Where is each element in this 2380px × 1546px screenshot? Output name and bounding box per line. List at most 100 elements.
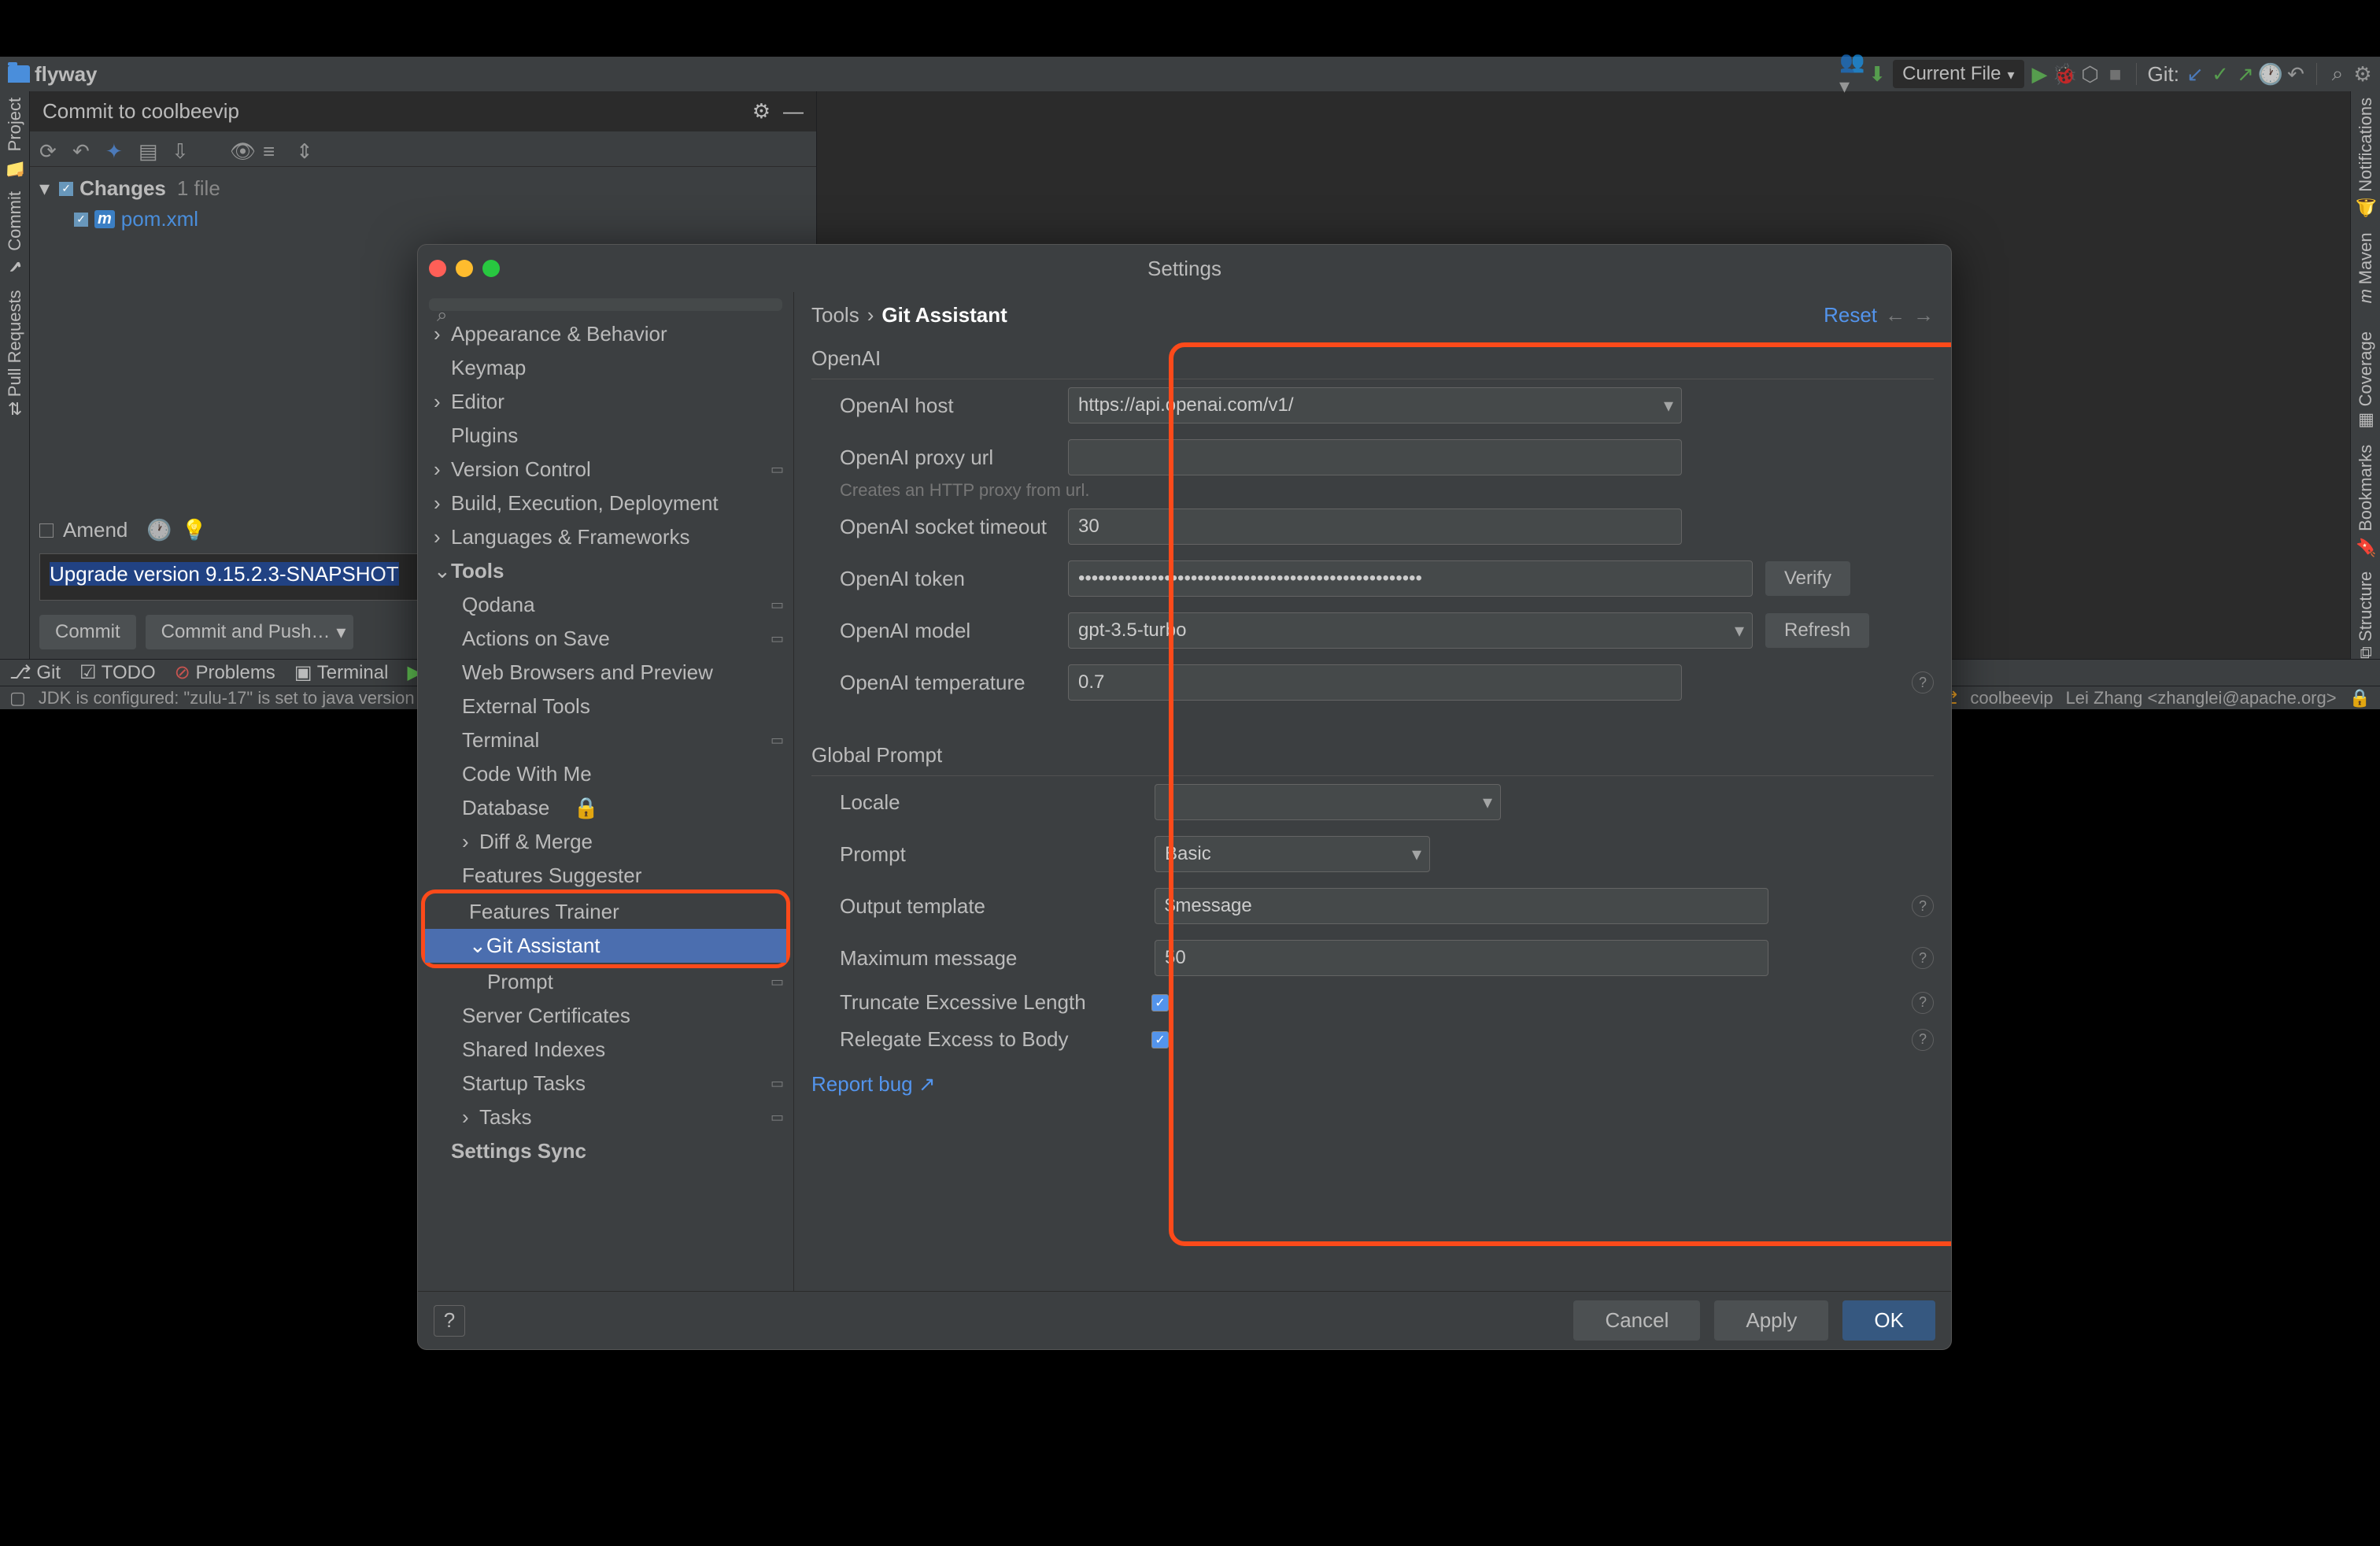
back-icon[interactable]: ←: [1885, 303, 1905, 327]
changes-node[interactable]: ✓ Changes 1 file: [39, 173, 807, 204]
tree-prompt[interactable]: Prompt▭: [418, 965, 793, 999]
settings-icon[interactable]: ⚙: [2353, 65, 2372, 83]
tree-git-assistant[interactable]: Git Assistant: [425, 929, 786, 963]
openai-token-input[interactable]: ••••••••••••••••••••••••••••••••••••••••…: [1068, 560, 1753, 597]
openai-proxy-input[interactable]: [1068, 439, 1682, 475]
bulb-icon[interactable]: 💡: [182, 518, 207, 542]
amend-checkbox[interactable]: [39, 523, 54, 538]
tree-tools[interactable]: Tools: [418, 554, 793, 588]
tree-qodana[interactable]: Qodana▭: [418, 588, 793, 622]
changed-file-row[interactable]: ✓ m pom.xml: [39, 204, 807, 235]
help-button[interactable]: ?: [434, 1305, 465, 1337]
help-icon[interactable]: ?: [1912, 992, 1934, 1014]
commit-tool-button[interactable]: ✔ Commit: [5, 191, 25, 276]
help-icon[interactable]: ?: [1912, 671, 1934, 693]
maven-tool-button[interactable]: m Maven: [2356, 232, 2376, 303]
terminal-tool-button[interactable]: ▣ Terminal: [294, 661, 389, 684]
tree-external-tools[interactable]: External Tools: [418, 690, 793, 723]
tree-settings-sync[interactable]: Settings Sync: [418, 1134, 793, 1168]
tree-browsers[interactable]: Web Browsers and Preview: [418, 656, 793, 690]
openai-host-input[interactable]: https://api.openai.com/v1/: [1068, 387, 1682, 423]
search-icon[interactable]: ⌕: [2328, 65, 2347, 83]
tree-actions-save[interactable]: Actions on Save▭: [418, 622, 793, 656]
minimize-icon[interactable]: [456, 260, 473, 277]
settings-search-input[interactable]: [429, 298, 782, 311]
tree-features-suggester[interactable]: Features Suggester: [418, 859, 793, 893]
breadcrumb-root[interactable]: Tools: [811, 303, 859, 327]
refresh-button[interactable]: Refresh: [1765, 613, 1869, 648]
tree-features-trainer[interactable]: Features Trainer: [425, 895, 786, 929]
forward-icon[interactable]: →: [1913, 303, 1934, 327]
build-icon[interactable]: ⬇: [1868, 65, 1887, 83]
project-crumb[interactable]: flyway: [8, 62, 98, 87]
rollback-icon[interactable]: ↶: [72, 139, 91, 158]
cancel-button[interactable]: Cancel: [1573, 1300, 1700, 1341]
tree-tasks[interactable]: Tasks▭: [418, 1100, 793, 1134]
changes-checkbox[interactable]: ✓: [59, 182, 73, 196]
relegate-checkbox[interactable]: ✓: [1151, 1031, 1169, 1049]
tree-terminal[interactable]: Terminal▭: [418, 723, 793, 757]
users-icon[interactable]: 👥▾: [1842, 65, 1861, 83]
diff-icon[interactable]: ✦: [105, 139, 124, 158]
reset-link[interactable]: Reset: [1824, 303, 1877, 327]
commit-push-button[interactable]: Commit and Push…: [146, 615, 354, 649]
status-icon[interactable]: ▢: [9, 688, 26, 708]
tree-keymap[interactable]: Keymap: [418, 351, 793, 385]
max-message-input[interactable]: 50: [1155, 940, 1768, 976]
help-icon[interactable]: ?: [1912, 1029, 1934, 1051]
truncate-checkbox[interactable]: ✓: [1151, 994, 1169, 1012]
locale-select[interactable]: [1155, 784, 1501, 820]
tree-editor[interactable]: Editor: [418, 385, 793, 419]
tree-plugins[interactable]: Plugins: [418, 419, 793, 453]
pull-requests-tool-button[interactable]: ⇄ Pull Requests: [5, 290, 25, 416]
gear-icon[interactable]: ⚙: [752, 99, 771, 124]
ok-button[interactable]: OK: [1842, 1300, 1935, 1341]
git-update-icon[interactable]: ↙: [2186, 65, 2204, 83]
project-tool-button[interactable]: 📁 Project: [5, 98, 25, 177]
git-history-icon[interactable]: 🕐: [2261, 65, 2280, 83]
run-config-selector[interactable]: Current File: [1893, 60, 2023, 88]
expander-icon[interactable]: [39, 176, 53, 201]
git-tool-button[interactable]: ⎇ Git: [9, 661, 61, 684]
debug-icon[interactable]: 🐞: [2056, 65, 2075, 83]
structure-tool-button[interactable]: ⧉ Structure: [2356, 571, 2376, 659]
openai-temp-input[interactable]: 0.7: [1068, 664, 1682, 701]
verify-button[interactable]: Verify: [1765, 561, 1850, 596]
prompt-select[interactable]: Basic: [1155, 836, 1430, 872]
tree-codewithme[interactable]: Code With Me: [418, 757, 793, 791]
zoom-icon[interactable]: [482, 260, 500, 277]
bookmarks-tool-button[interactable]: 🔖 Bookmarks: [2356, 445, 2376, 557]
tree-languages[interactable]: Languages & Frameworks: [418, 520, 793, 554]
tree-appearance[interactable]: Appearance & Behavior: [418, 317, 793, 351]
tree-shared-indexes[interactable]: Shared Indexes: [418, 1033, 793, 1067]
expand-icon[interactable]: ⇕: [296, 139, 315, 158]
coverage-tool-button[interactable]: ▦ Coverage: [2356, 331, 2376, 431]
history-icon[interactable]: 🕐: [146, 518, 172, 542]
apply-button[interactable]: Apply: [1714, 1300, 1828, 1341]
tree-build[interactable]: Build, Execution, Deployment: [418, 486, 793, 520]
help-icon[interactable]: ?: [1912, 947, 1934, 969]
git-push-icon[interactable]: ↗: [2236, 65, 2255, 83]
run-icon[interactable]: ▶: [2031, 65, 2049, 83]
notifications-tool-button[interactable]: 🔔 Notifications: [2356, 98, 2376, 218]
lock-icon[interactable]: 🔒: [2349, 688, 2371, 708]
commit-button[interactable]: Commit: [39, 615, 136, 649]
tree-database[interactable]: Database 🔒: [418, 791, 793, 825]
show-icon[interactable]: 👁: [230, 139, 249, 158]
stop-icon[interactable]: ■: [2106, 65, 2125, 83]
tree-diff[interactable]: Diff & Merge: [418, 825, 793, 859]
help-icon[interactable]: ?: [1912, 895, 1934, 917]
tree-server-certs[interactable]: Server Certificates: [418, 999, 793, 1033]
coverage-icon[interactable]: ⬡: [2081, 65, 2100, 83]
openai-model-select[interactable]: gpt-3.5-turbo: [1068, 612, 1753, 649]
group-icon[interactable]: ≡: [263, 139, 282, 158]
close-icon[interactable]: [429, 260, 446, 277]
changelist-icon[interactable]: ▤: [139, 139, 157, 158]
shelve-icon[interactable]: ⇩: [172, 139, 190, 158]
openai-timeout-input[interactable]: 30: [1068, 509, 1682, 545]
refresh-icon[interactable]: ⟳: [39, 139, 58, 158]
minimize-icon[interactable]: —: [783, 99, 804, 124]
output-template-input[interactable]: $message: [1155, 888, 1768, 924]
report-bug-link[interactable]: Report bug ↗: [811, 1058, 1934, 1101]
problems-tool-button[interactable]: ⊘ Problems: [175, 661, 275, 684]
